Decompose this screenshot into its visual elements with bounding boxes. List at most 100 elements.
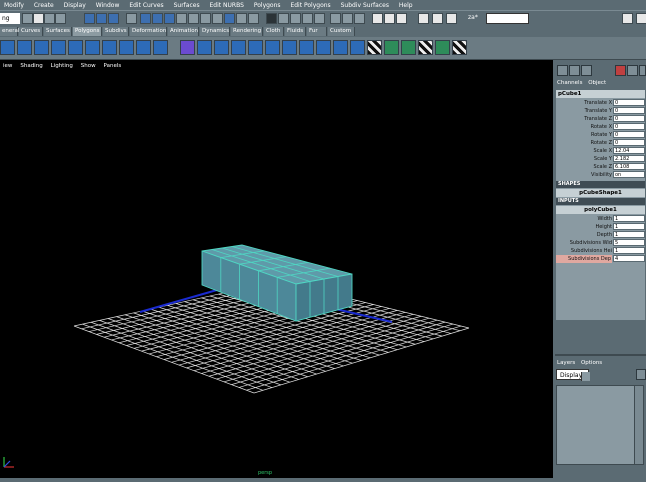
menu-modify[interactable]: Modify <box>0 0 28 9</box>
snap-view-plane-icon[interactable] <box>302 13 313 24</box>
snap-point-icon[interactable] <box>290 13 301 24</box>
attr-value[interactable]: 0 <box>613 123 645 130</box>
new-layer-icon[interactable] <box>636 369 646 380</box>
attr-scale-x[interactable]: Scale X 12.04 <box>556 147 645 155</box>
shelf-tab-rendering[interactable]: Rendering <box>231 27 263 36</box>
select-object-icon[interactable] <box>96 13 107 24</box>
panel-menu-panels[interactable]: Panels <box>101 62 125 71</box>
menu-polygons[interactable]: Polygons <box>250 0 285 9</box>
sphere-icon[interactable] <box>627 65 638 76</box>
extract-icon[interactable] <box>136 40 151 55</box>
poly-cube-icon[interactable] <box>17 40 32 55</box>
attr-value[interactable]: 1 <box>613 223 645 230</box>
attr-value[interactable]: 1 <box>613 231 645 238</box>
tab-options[interactable]: Options <box>579 360 604 366</box>
render-globals-icon[interactable] <box>396 13 407 24</box>
panel-toggle-icon[interactable] <box>639 65 646 76</box>
smooth-icon[interactable] <box>153 40 168 55</box>
merge-edges-icon[interactable] <box>282 40 297 55</box>
poly-cylinder-icon[interactable] <box>34 40 49 55</box>
attr-translate-y[interactable]: Translate Y0 <box>556 107 645 115</box>
shelf-tab-dynamics[interactable]: Dynamics <box>200 27 230 36</box>
menu-edit-curves[interactable]: Edit Curves <box>125 0 167 9</box>
attr-value[interactable]: 6.108 <box>613 163 645 170</box>
viewport-canvas[interactable] <box>0 60 553 478</box>
menu-help[interactable]: Help <box>395 0 417 9</box>
construction-history-icon[interactable] <box>354 13 365 24</box>
new-scene-icon[interactable] <box>33 13 44 24</box>
menu-create[interactable]: Create <box>30 0 58 9</box>
shelf-tab-deformation[interactable]: Deformation <box>130 27 167 36</box>
panel-menu-lighting[interactable]: Lighting <box>48 62 76 71</box>
attr-scale-z[interactable]: Scale Z 6.108 <box>556 163 645 171</box>
attr-translate-x[interactable]: Translate X0 <box>556 99 645 107</box>
shelf-tab-general[interactable]: eneral <box>0 27 19 36</box>
open-scene-icon[interactable] <box>44 13 55 24</box>
attr-value[interactable]: 4 <box>613 255 645 262</box>
attr-translate-z[interactable]: Translate Z0 <box>556 115 645 123</box>
poly-cone-icon[interactable] <box>51 40 66 55</box>
perspective-viewport[interactable] <box>0 60 553 478</box>
tab-object[interactable]: Object <box>586 80 608 86</box>
zoom-input[interactable] <box>486 13 529 24</box>
extrude-edge-icon[interactable] <box>214 40 229 55</box>
attribute-editor-icon[interactable] <box>446 13 457 24</box>
combine-icon[interactable] <box>102 40 117 55</box>
select-hierarchy-icon[interactable] <box>84 13 95 24</box>
attr-value[interactable]: 1 <box>613 215 645 222</box>
attr-depth[interactable]: Depth 1 <box>556 231 645 239</box>
attr-value[interactable]: 2.182 <box>613 155 645 162</box>
delete-edge-icon[interactable] <box>299 40 314 55</box>
menu-set-icon[interactable] <box>22 13 33 24</box>
attr-value[interactable]: 12.04 <box>613 147 645 154</box>
select-component-icon[interactable] <box>108 13 119 24</box>
attr-rotate-y[interactable]: Rotate Y0 <box>556 131 645 139</box>
mode-select[interactable]: ng <box>0 13 20 24</box>
outliner-icon[interactable] <box>432 13 443 24</box>
split-polygon-icon[interactable] <box>231 40 246 55</box>
mask-lights-icon[interactable] <box>224 13 235 24</box>
attr-height[interactable]: Height 1 <box>556 223 645 231</box>
attr-scale-y[interactable]: Scale Y 2.182 <box>556 155 645 163</box>
lock-selection-icon[interactable] <box>248 13 259 24</box>
menu-edit-polygons[interactable]: Edit Polygons <box>286 0 334 9</box>
attr-value[interactable]: 5 <box>613 239 645 246</box>
selected-tool-icon[interactable] <box>180 40 195 55</box>
layer-editor-icon[interactable] <box>569 65 580 76</box>
layer-display-select[interactable]: Display <box>556 369 590 381</box>
poly-sphere-icon[interactable] <box>0 40 15 55</box>
shape-node-name[interactable]: pCubeShape1 <box>556 189 645 197</box>
auto-mapping-icon[interactable] <box>452 40 467 55</box>
attr-subdivisions-height[interactable]: Subdivisions Hei 1 <box>556 247 645 255</box>
tab-layers[interactable]: Layers <box>555 360 577 366</box>
mask-cameras-icon[interactable] <box>236 13 247 24</box>
shelf-tab-animation[interactable]: Animation <box>168 27 199 36</box>
merge-vertices-icon[interactable] <box>265 40 280 55</box>
shelf-tab-cloth[interactable]: Cloth <box>264 27 284 36</box>
menu-surfaces[interactable]: Surfaces <box>170 0 204 9</box>
mask-joints-icon[interactable] <box>140 13 151 24</box>
snap-grid-icon[interactable] <box>266 13 277 24</box>
attr-value[interactable]: 0 <box>613 139 645 146</box>
mask-rendering-icon[interactable] <box>200 13 211 24</box>
checker-map-icon[interactable] <box>367 40 382 55</box>
shelf-tab-subdivs[interactable]: Subdivs <box>103 27 129 36</box>
panel-divider[interactable] <box>555 354 646 356</box>
mask-curves-icon[interactable] <box>152 13 163 24</box>
poly-plane-icon[interactable] <box>68 40 83 55</box>
planar-mapping-icon[interactable] <box>401 40 416 55</box>
mask-surfaces-icon[interactable] <box>164 13 175 24</box>
layer-list-scrollbar[interactable] <box>634 386 643 464</box>
attr-value[interactable]: on <box>613 171 645 178</box>
menu-display[interactable]: Display <box>60 0 90 9</box>
cylindrical-mapping-icon[interactable] <box>418 40 433 55</box>
make-live-icon[interactable] <box>314 13 325 24</box>
save-scene-icon[interactable] <box>55 13 66 24</box>
tool-settings-red-icon[interactable] <box>615 65 626 76</box>
triangulate-icon[interactable] <box>333 40 348 55</box>
attr-subdivisions-width[interactable]: Subdivisions Wid 5 <box>556 239 645 247</box>
channel-box-icon[interactable] <box>557 65 568 76</box>
render-frame-icon[interactable] <box>372 13 383 24</box>
attr-subdivisions-depth[interactable]: Subdivisions Dep 4 <box>556 255 645 263</box>
poly-torus-icon[interactable] <box>85 40 100 55</box>
